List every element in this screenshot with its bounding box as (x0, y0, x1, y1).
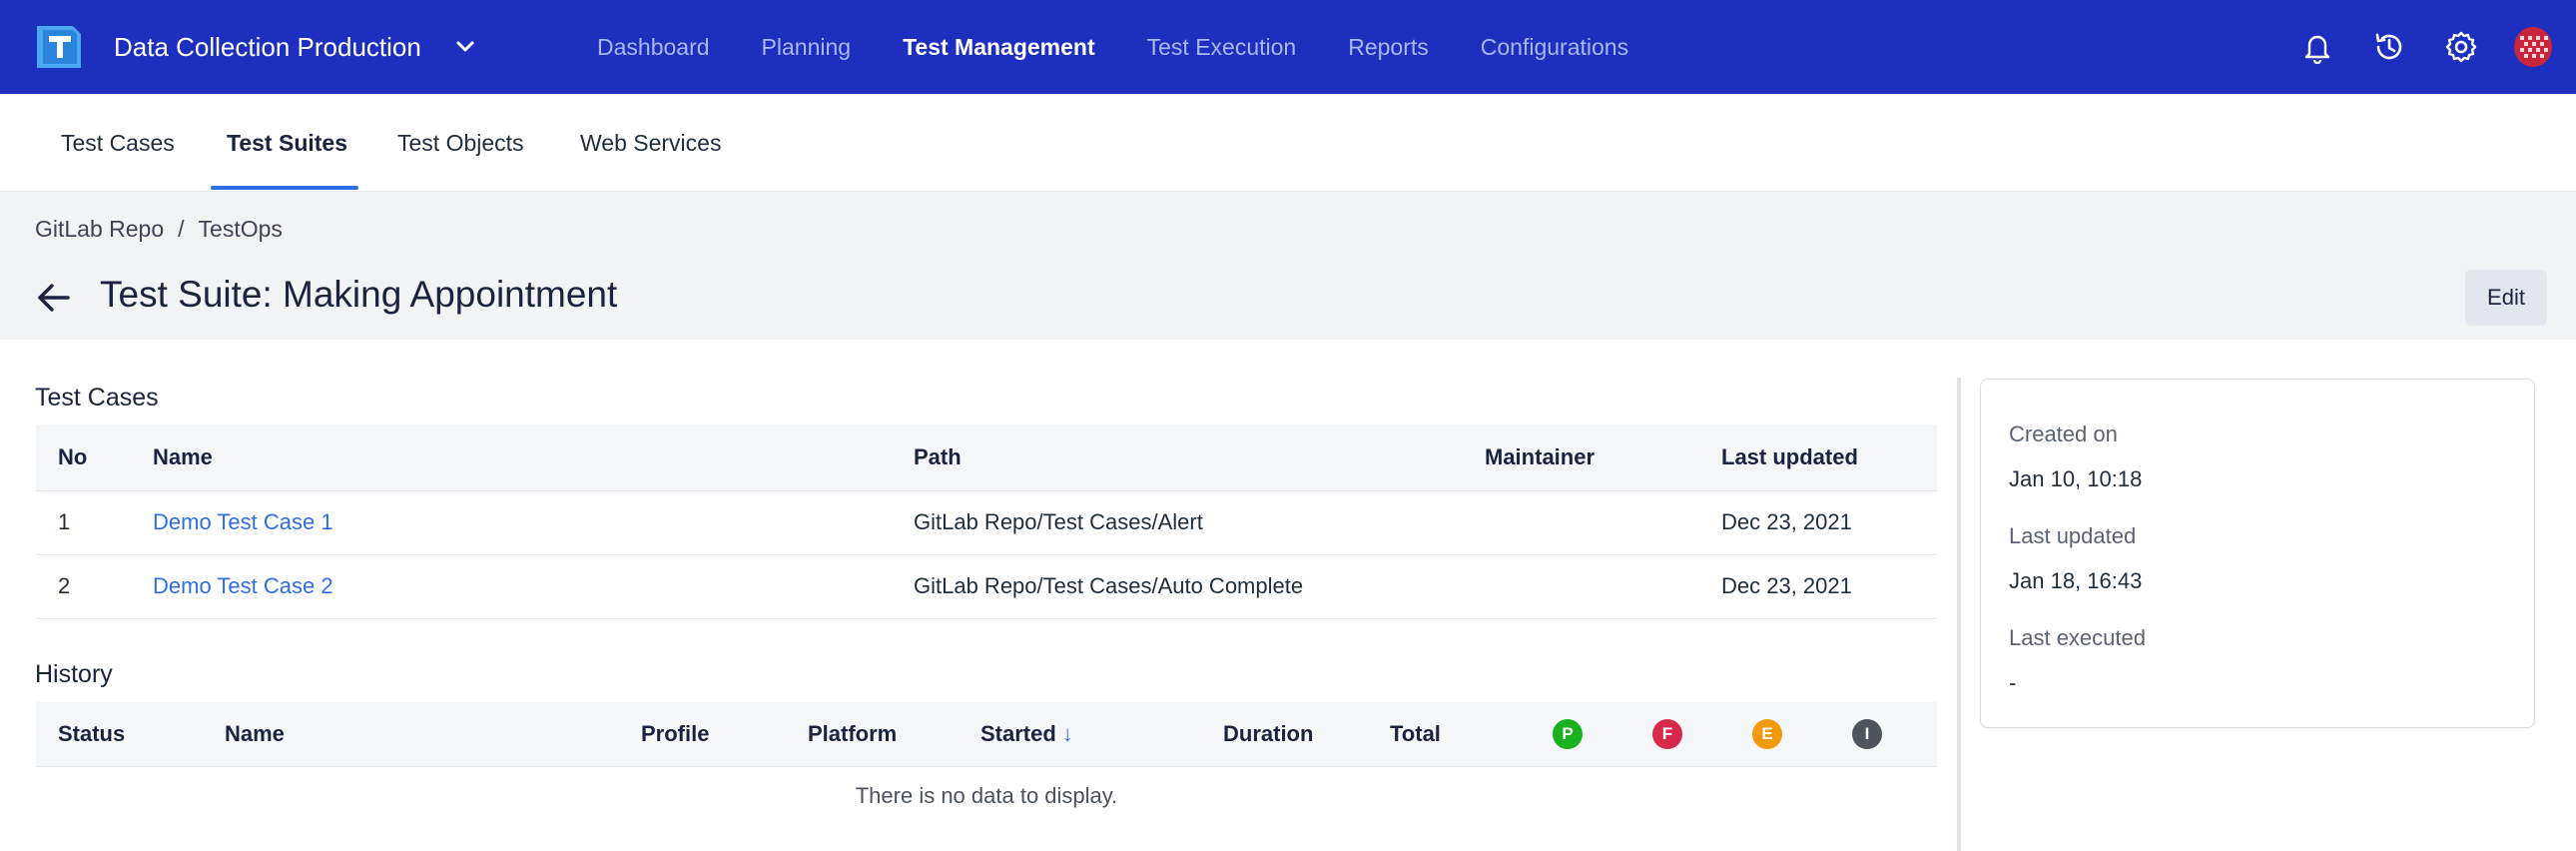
column-header-profile[interactable]: Profile (619, 702, 786, 766)
history-heading: History (35, 660, 113, 688)
column-header-maintainer[interactable]: Maintainer (1463, 425, 1699, 490)
back-arrow-icon[interactable] (34, 278, 74, 318)
panel-divider[interactable] (1957, 378, 1961, 851)
cell-no: 2 (58, 573, 71, 598)
nav-configurations[interactable]: Configurations (1481, 34, 1628, 61)
incomplete-badge[interactable]: I (1852, 718, 1882, 749)
chevron-down-icon (451, 33, 479, 61)
tab-test-suites[interactable]: Test Suites (227, 94, 347, 192)
edit-button[interactable]: Edit (2465, 270, 2547, 326)
cell-last-updated: Dec 23, 2021 (1721, 509, 1852, 534)
test-case-link[interactable]: Demo Test Case 2 (153, 573, 333, 598)
tab-web-services[interactable]: Web Services (580, 94, 721, 192)
created-on-label: Created on (2009, 422, 2118, 446)
breadcrumb-separator: / (178, 216, 185, 242)
project-selector[interactable]: Data Collection Production (114, 0, 479, 94)
tab-test-cases[interactable]: Test Cases (61, 94, 175, 192)
cell-no: 1 (58, 509, 71, 534)
test-cases-table: No Name Path Maintainer Last updated 1 D… (36, 425, 1937, 619)
project-name: Data Collection Production (114, 31, 421, 62)
katalon-logo-icon[interactable] (33, 22, 85, 72)
test-case-link[interactable]: Demo Test Case 1 (153, 509, 333, 534)
main-nav: Dashboard Planning Test Management Test … (597, 0, 1628, 94)
breadcrumb: GitLab Repo / TestOps (35, 216, 283, 243)
page-title: Test Suite: Making Appointment (100, 274, 618, 315)
sort-down-icon[interactable]: ↓ (1062, 721, 1073, 746)
last-executed-label: Last executed (2009, 625, 2146, 650)
cell-path: GitLab Repo/Test Cases/Auto Complete (914, 573, 1304, 598)
table-row[interactable]: 2 Demo Test Case 2 GitLab Repo/Test Case… (36, 554, 1937, 618)
nav-reports[interactable]: Reports (1348, 34, 1429, 61)
started-label: Started (980, 720, 1056, 746)
tab-test-objects[interactable]: Test Objects (397, 94, 524, 192)
breadcrumb-item[interactable]: TestOps (199, 216, 283, 243)
passed-badge[interactable]: P (1553, 718, 1583, 749)
column-header-last-updated[interactable]: Last updated (1699, 425, 1937, 490)
column-header-total[interactable]: Total (1368, 702, 1531, 766)
created-on-value: Jan 10, 10:18 (2009, 466, 2143, 491)
last-updated-label: Last updated (2009, 523, 2137, 548)
nav-test-execution[interactable]: Test Execution (1147, 34, 1297, 61)
breadcrumb-item[interactable]: GitLab Repo (35, 216, 164, 243)
nav-test-management[interactable]: Test Management (903, 34, 1095, 61)
column-header-platform[interactable]: Platform (786, 702, 959, 766)
last-executed-value: - (2009, 670, 2017, 695)
column-header-started[interactable]: Started ↓ (959, 702, 1201, 766)
suite-info-card: Created on Jan 10, 10:18 Last updated Ja… (1980, 379, 2535, 728)
error-badge[interactable]: E (1752, 718, 1782, 749)
table-row[interactable]: 1 Demo Test Case 1 GitLab Repo/Test Case… (36, 490, 1937, 554)
table-header-row: Status Name Profile Platform Started ↓ Du… (36, 702, 1937, 766)
gear-icon[interactable] (2442, 28, 2480, 66)
page-header: GitLab Repo / TestOps Test Suite: Making… (0, 192, 2576, 340)
column-header-no[interactable]: No (36, 425, 131, 490)
last-updated-value: Jan 18, 16:43 (2009, 568, 2143, 593)
table-header-row: No Name Path Maintainer Last updated (36, 425, 1937, 490)
nav-dashboard[interactable]: Dashboard (597, 34, 710, 61)
top-icons (2298, 0, 2552, 94)
column-header-duration[interactable]: Duration (1201, 702, 1368, 766)
cell-last-updated: Dec 23, 2021 (1721, 573, 1852, 598)
history-table: Status Name Profile Platform Started ↓ Du… (36, 702, 1937, 767)
column-header-path[interactable]: Path (892, 425, 1463, 490)
column-header-name[interactable]: Name (203, 702, 619, 766)
failed-badge[interactable]: F (1652, 718, 1682, 749)
empty-state-message: There is no data to display. (855, 783, 1118, 808)
test-cases-heading: Test Cases (35, 384, 159, 412)
top-navigation-bar: Data Collection Production Dashboard Pla… (0, 0, 2576, 94)
column-header-name[interactable]: Name (131, 425, 892, 490)
cell-maintainer (1463, 490, 1699, 554)
bell-icon[interactable] (2298, 28, 2336, 66)
avatar[interactable] (2514, 27, 2552, 67)
cell-maintainer (1463, 554, 1699, 618)
column-header-status[interactable]: Status (36, 702, 203, 766)
sub-tabs: Test Cases Test Suites Test Objects Web … (0, 94, 2576, 192)
nav-planning[interactable]: Planning (762, 34, 852, 61)
history-icon[interactable] (2370, 28, 2408, 66)
cell-path: GitLab Repo/Test Cases/Alert (914, 509, 1203, 534)
active-tab-indicator (211, 186, 358, 190)
